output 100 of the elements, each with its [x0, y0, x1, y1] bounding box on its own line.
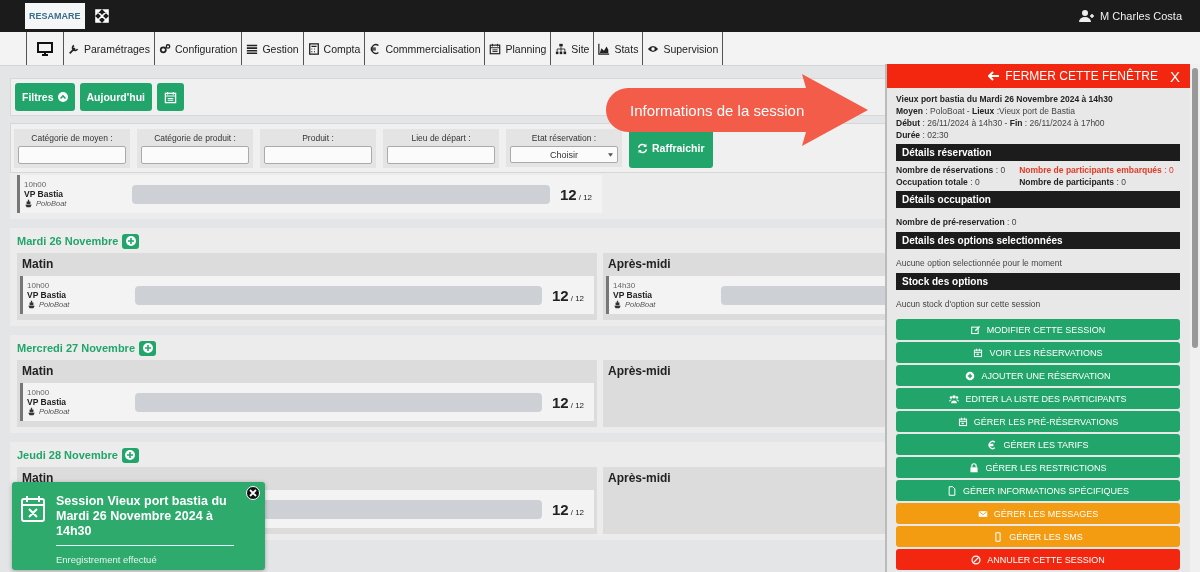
arrow-left-icon: [988, 71, 1000, 81]
sitemap-icon: [555, 42, 568, 55]
calendar-x-icon: [20, 494, 46, 524]
section-heading: Détails occupation: [896, 191, 1180, 208]
lock-icon: [969, 462, 980, 473]
calendar-icon: [973, 347, 984, 358]
slot-label: Après-midi: [607, 256, 672, 273]
session-name: VP Bastia: [613, 290, 654, 300]
list-icon: [246, 42, 259, 55]
calendar-icon: [164, 90, 177, 104]
add-session-button[interactable]: [122, 233, 140, 249]
session-time: 10h00: [24, 180, 48, 189]
edit-icon: [970, 324, 981, 335]
session-name: VP Bastia: [27, 397, 68, 407]
filter-input[interactable]: [18, 145, 126, 164]
session-info: Durée : 02:30: [896, 129, 950, 141]
detail-line: Nombre de participants embarqués : 0: [1019, 164, 1174, 176]
toast-message: Enregistrement effectué: [56, 554, 158, 565]
nav-item[interactable]: Planning: [484, 32, 551, 65]
logo[interactable]: RESAMARE: [25, 3, 85, 29]
calendar-icon: [489, 42, 502, 55]
refresh-icon: [637, 142, 648, 154]
detail-line: Nombre de participants : 0: [1019, 176, 1127, 188]
booked-count: 12: [552, 286, 569, 304]
action-button[interactable]: MODIFIER CETTE SESSION: [896, 319, 1180, 340]
capacity-count: / 12: [578, 192, 593, 202]
slot-label: Après-midi: [607, 470, 672, 487]
close-button[interactable]: [246, 486, 260, 500]
session-name: VP Bastia: [27, 290, 68, 300]
detail-line: Nombre de pré-reservation : 0: [896, 217, 1017, 227]
nav-item[interactable]: Commmercialisation: [364, 32, 485, 65]
capacity-count: / 12: [570, 507, 585, 517]
detail-line: Aucune option selectionnée pour le moment: [896, 258, 1062, 268]
nav-item[interactable]: Compta: [302, 32, 365, 65]
action-button[interactable]: GÉRER LES RESTRICTIONS: [896, 457, 1180, 478]
filter-input[interactable]: [141, 145, 249, 164]
slot-label: Après-midi: [607, 363, 672, 380]
session-info: Début : 26/11/2024 à 14h30 - Fin : 26/11/2024 à 17h00: [896, 117, 1106, 129]
monitor-icon: [37, 41, 53, 56]
caret-icon: [608, 153, 613, 157]
slot-label: Matin: [21, 256, 55, 273]
toast-title: Session Vieux port bastia du Mardi 26 Novembre 2024 à 14h30: [56, 494, 234, 546]
user-icon[interactable]: [1079, 10, 1095, 22]
nav-item[interactable]: Configuration: [153, 32, 242, 65]
filter-input[interactable]: [264, 145, 372, 164]
phone-icon: [993, 531, 1004, 542]
ship-icon: [27, 300, 36, 309]
add-session-button[interactable]: [121, 447, 139, 463]
action-button[interactable]: AJOUTER UNE RÉSERVATION: [896, 365, 1180, 386]
section-heading: Stock des options: [896, 273, 1180, 290]
filter-label: Etat réservation :: [530, 133, 598, 143]
ship-icon: [24, 199, 33, 208]
nav-item[interactable]: Site: [550, 32, 594, 65]
detail-line: Aucun stock d'option sur cette session: [896, 299, 1041, 309]
slot-label: Matin: [21, 470, 55, 487]
session-time: 10h00: [27, 388, 51, 397]
nav-item[interactable]: Supervision: [642, 32, 724, 65]
capacity-count: / 12: [570, 400, 585, 410]
slot-label: Matin: [21, 363, 55, 380]
ban-icon: [971, 554, 982, 565]
action-button[interactable]: EDITER LA LISTE DES PARTICIPANTS: [896, 388, 1180, 409]
filter-label: Catégorie de produit :: [153, 132, 237, 143]
booked-count: 12: [552, 500, 569, 518]
action-button[interactable]: GÉRER INFORMATIONS SPÉCIFIQUES: [896, 480, 1180, 501]
calendar-button[interactable]: [157, 83, 184, 111]
filter-label: Produit :: [301, 132, 335, 143]
action-button[interactable]: GÉRER LES TARIFS: [896, 434, 1180, 455]
scrollbar[interactable]: [1190, 64, 1200, 572]
action-button[interactable]: ANNULER CETTE SESSION: [896, 549, 1180, 570]
plus-circle-icon: [126, 236, 136, 246]
session-name: VP Bastia: [24, 189, 65, 199]
action-button[interactable]: GÉRER LES PRÉ-RÉSERVATIONS: [896, 411, 1180, 432]
close-button[interactable]: X: [1170, 67, 1180, 85]
nav-item[interactable]: Gestion: [241, 32, 303, 65]
filter-label: Catégorie de moyen :: [30, 132, 114, 143]
filter-input[interactable]: [387, 145, 495, 164]
expand-icon[interactable]: [94, 9, 109, 23]
user-name[interactable]: M Charles Costa: [1100, 10, 1182, 22]
close-window-link[interactable]: FERMER CETTE FENÊTRE: [988, 69, 1158, 83]
nav-item[interactable]: Paramétrages: [63, 32, 154, 65]
session-title: Vieux port bastia du Mardi 26 Novembre 2024 à 14h30: [896, 93, 1114, 105]
booked-count: 12: [552, 393, 569, 411]
session-info: Moyen : PoloBoat - Lieux :Vieux port de Bastia: [896, 105, 1076, 117]
booked-count: 12: [560, 185, 577, 203]
status-select[interactable]: Choisir: [510, 146, 618, 163]
chevron-up-icon: [57, 92, 68, 102]
ship-icon: [27, 407, 36, 416]
users-icon: [949, 393, 960, 404]
gears-icon: [158, 42, 171, 55]
today-button[interactable]: Aujourd'hui: [79, 83, 152, 111]
plus-circle-icon: [965, 370, 976, 381]
calendar-icon: [957, 416, 968, 427]
area-chart-icon: [598, 42, 611, 55]
add-session-button[interactable]: [139, 340, 156, 356]
nav-item[interactable]: Stats: [593, 32, 643, 65]
action-button[interactable]: VOIR LES RÉSERVATIONS: [896, 342, 1180, 363]
section-heading: Détails réservation: [896, 144, 1180, 161]
calculator-icon: [307, 42, 320, 55]
filters-button[interactable]: Filtres: [15, 83, 75, 111]
session-time: 10h00: [27, 281, 51, 290]
